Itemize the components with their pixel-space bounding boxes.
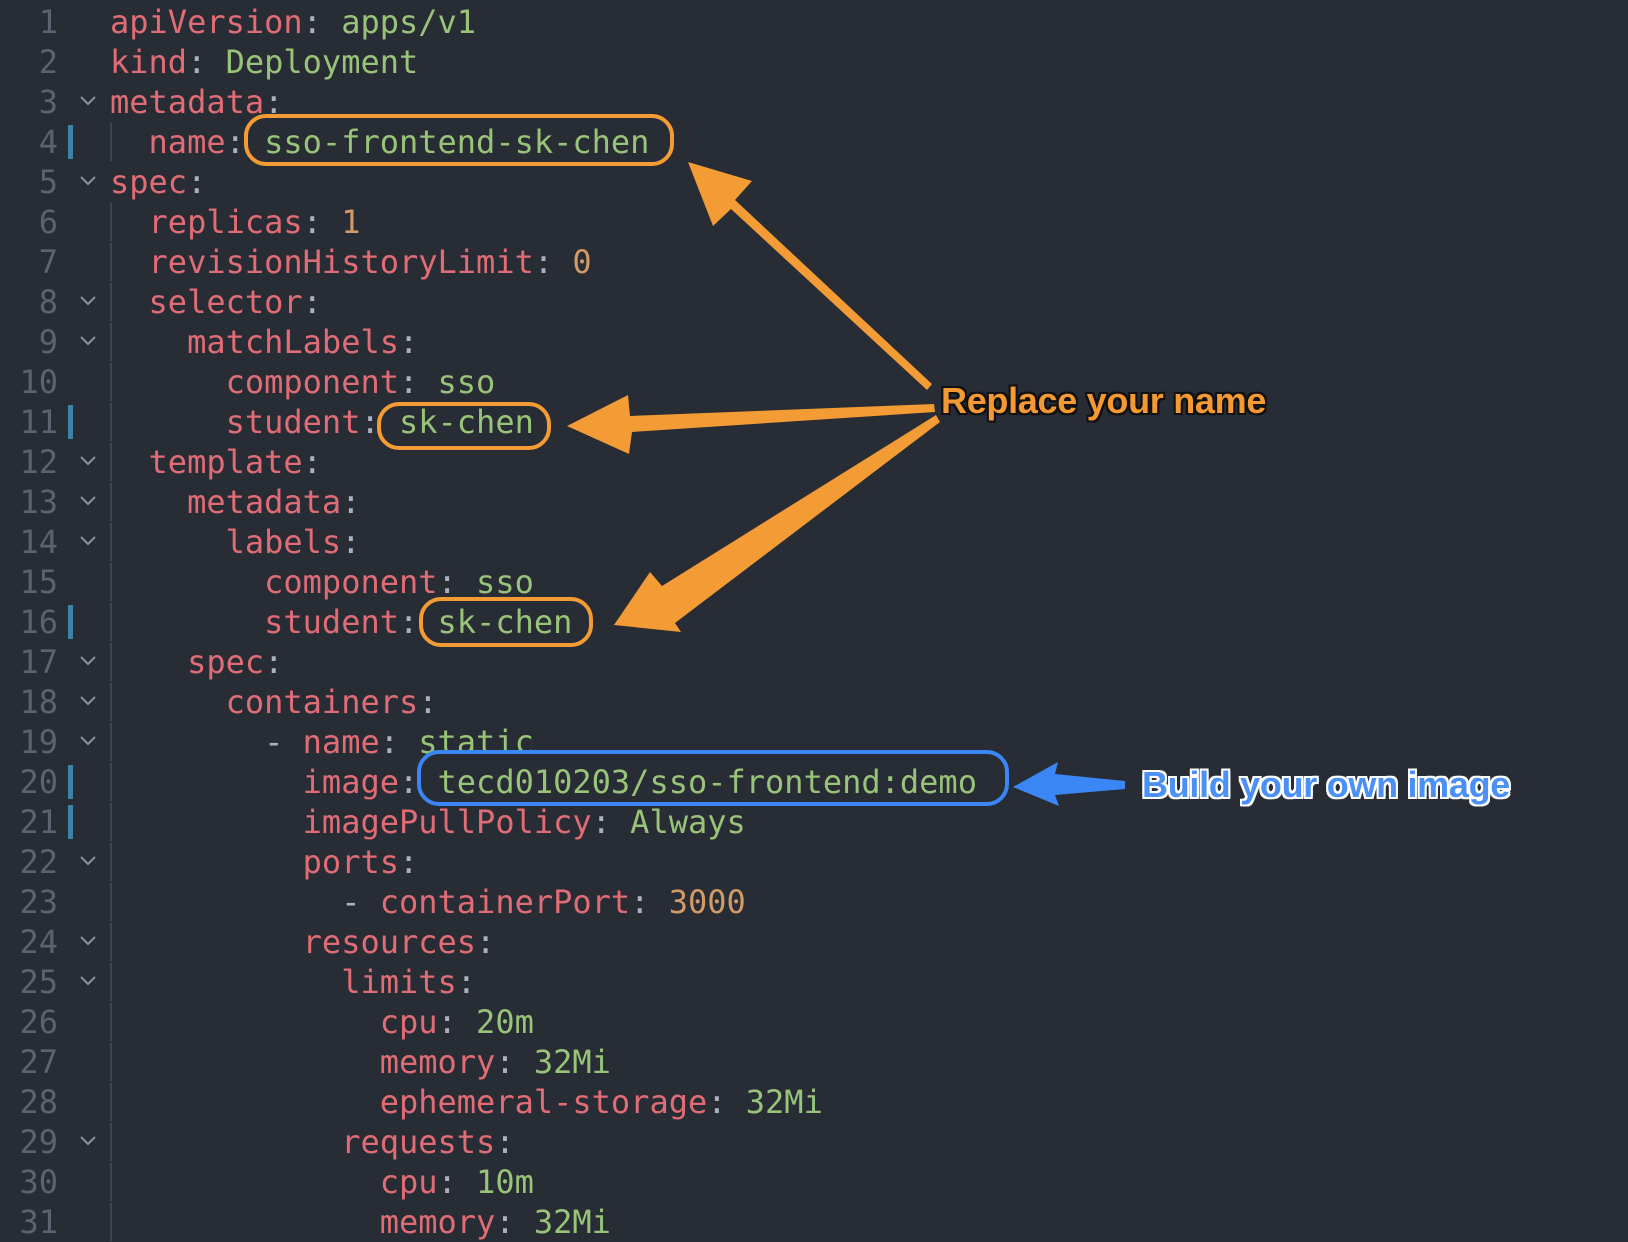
arrow-to-selector-student <box>567 395 935 454</box>
annotation-arrows <box>567 162 1125 806</box>
arrow-to-name <box>688 162 932 390</box>
arrow-to-image <box>1013 762 1125 806</box>
callout-replace-your-name: Replace your name <box>941 380 1267 421</box>
callout-build-your-own-image: Build your own image <box>1142 764 1511 805</box>
arrow-to-template-student <box>614 415 940 632</box>
code-editor[interactable]: 1 apiVersion: apps/v1 2 kind: Deployment 3 me… <box>0 0 1628 1242</box>
